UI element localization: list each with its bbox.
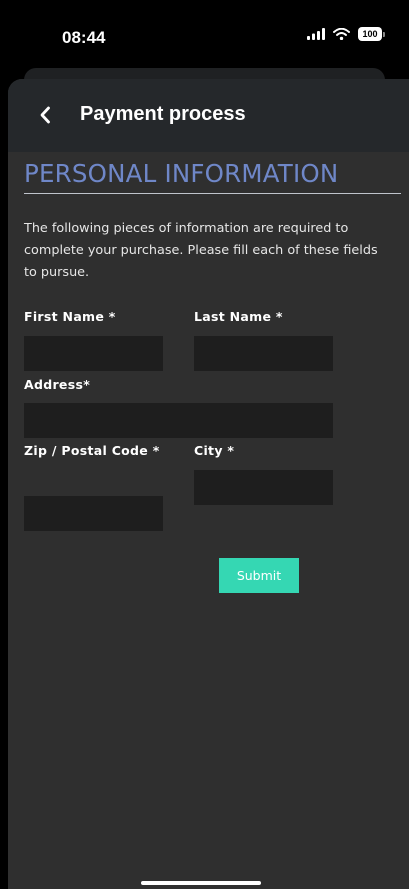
last-name-input[interactable]	[194, 336, 333, 371]
battery-tip	[383, 31, 385, 37]
first-name-label: First Name *	[24, 309, 116, 324]
wifi-icon	[333, 28, 350, 40]
cellular-signal-icon	[307, 28, 325, 40]
page-title: Payment process	[80, 103, 246, 125]
last-name-label: Last Name *	[194, 309, 283, 324]
navigation-bar: Payment process	[8, 79, 409, 152]
intro-text: The following pieces of information are …	[24, 221, 378, 280]
city-label: City *	[194, 443, 235, 458]
address-input[interactable]	[24, 403, 333, 438]
zip-input[interactable]	[24, 496, 163, 531]
zip-label: Zip / Postal Code *	[24, 443, 160, 458]
first-name-input[interactable]	[24, 336, 163, 371]
payment-sheet: Payment process PERSONAL INFORMATION The…	[8, 79, 409, 889]
submit-button[interactable]: Submit	[219, 558, 299, 593]
status-icons: 100	[307, 27, 385, 41]
status-bar: 08:44 100	[0, 0, 409, 70]
home-indicator	[141, 881, 261, 885]
city-input[interactable]	[194, 470, 333, 505]
address-label: Address*	[24, 377, 91, 392]
status-time: 08:44	[62, 28, 106, 47]
section-title: PERSONAL INFORMATION	[24, 159, 339, 188]
battery-level: 100	[358, 27, 382, 41]
section-divider	[24, 193, 401, 194]
battery-icon: 100	[358, 27, 385, 41]
back-button[interactable]	[28, 95, 62, 135]
chevron-left-icon	[40, 106, 50, 124]
